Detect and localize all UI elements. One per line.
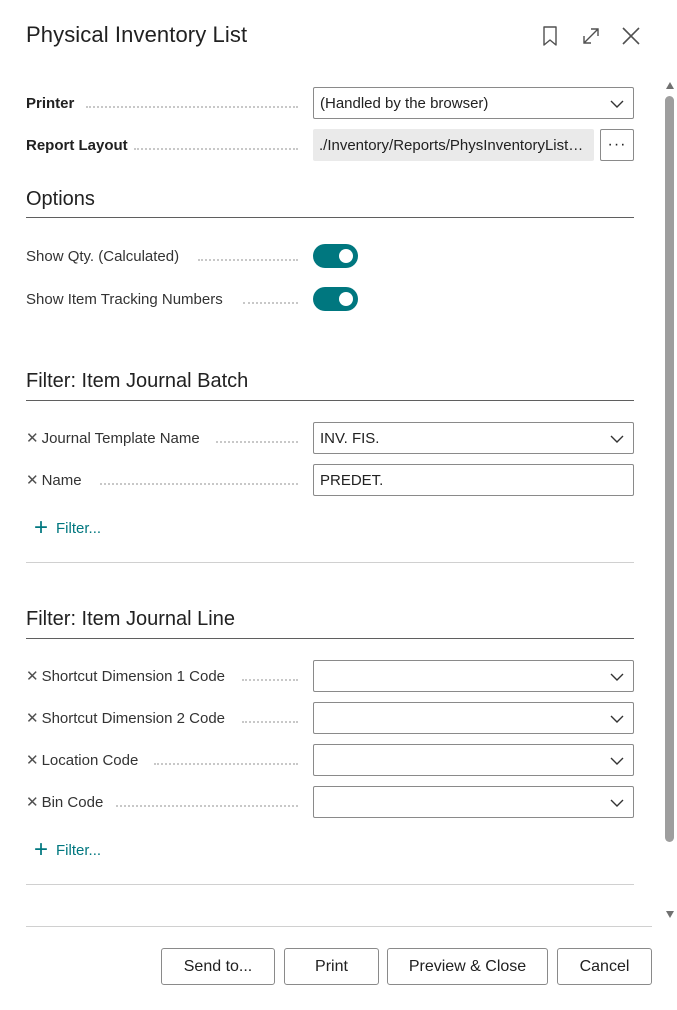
journal-template-row: ✕ Journal Template Name INV. FIS. — [26, 422, 634, 454]
leader-dots — [100, 483, 298, 485]
leader-dots — [242, 679, 298, 681]
batch-name-value: PREDET. — [320, 471, 384, 489]
plus-icon: + — [34, 836, 49, 863]
plus-icon: + — [34, 514, 49, 541]
add-filter-label: Filter... — [56, 519, 102, 537]
shortcut-dim1-select[interactable] — [313, 660, 634, 692]
section-divider — [26, 562, 634, 563]
show-tracking-toggle[interactable] — [313, 287, 358, 311]
scroll-up-arrow-icon[interactable] — [666, 82, 674, 89]
printer-label: Printer — [26, 94, 75, 112]
printer-row: Printer (Handled by the browser) — [26, 87, 634, 119]
report-layout-value: ./Inventory/Reports/PhysInventoryList.rd… — [319, 136, 587, 154]
bin-code-select[interactable] — [313, 786, 634, 818]
journal-template-label-text: Journal Template Name — [41, 429, 200, 447]
shortcut-dim1-row: ✕ Shortcut Dimension 1 Code — [26, 660, 634, 692]
remove-filter-icon[interactable]: ✕ — [26, 429, 39, 447]
batch-name-label-text: Name — [41, 471, 82, 489]
remove-filter-icon[interactable]: ✕ — [26, 793, 39, 811]
shortcut-dim1-label[interactable]: ✕ Shortcut Dimension 1 Code — [26, 660, 225, 692]
bin-code-label-text: Bin Code — [41, 793, 104, 811]
section-divider — [26, 217, 634, 218]
show-qty-toggle[interactable] — [313, 244, 358, 268]
filter-line-section-title: Filter: Item Journal Line — [26, 608, 235, 630]
chevron-down-icon — [610, 715, 624, 723]
journal-template-label[interactable]: ✕ Journal Template Name — [26, 422, 200, 454]
bin-code-row: ✕ Bin Code — [26, 786, 634, 818]
remove-filter-icon[interactable]: ✕ — [26, 751, 39, 769]
shortcut-dim2-label[interactable]: ✕ Shortcut Dimension 2 Code — [26, 702, 225, 734]
section-divider — [26, 400, 634, 401]
footer-divider — [26, 926, 652, 927]
add-batch-filter-link[interactable]: + Filter... — [34, 515, 101, 541]
section-divider — [26, 638, 634, 639]
printer-value: (Handled by the browser) — [320, 94, 489, 112]
bin-code-label[interactable]: ✕ Bin Code — [26, 786, 103, 818]
leader-dots — [154, 763, 298, 765]
report-layout-label: Report Layout — [26, 136, 128, 154]
show-tracking-label: Show Item Tracking Numbers — [26, 290, 223, 308]
location-code-label-text: Location Code — [41, 751, 139, 769]
location-code-row: ✕ Location Code — [26, 744, 634, 776]
bookmark-icon[interactable] — [536, 22, 564, 50]
location-code-select[interactable] — [313, 744, 634, 776]
shortcut-dim2-select[interactable] — [313, 702, 634, 734]
report-request-dialog: Physical Inventory List Printer (Handled… — [0, 0, 677, 1010]
chevron-down-icon — [610, 673, 624, 681]
show-tracking-row: Show Item Tracking Numbers — [26, 283, 634, 315]
send-to-button[interactable]: Send to... — [161, 948, 275, 985]
shortcut-dim1-label-text: Shortcut Dimension 1 Code — [41, 667, 226, 685]
scrollbar-thumb[interactable] — [665, 96, 674, 842]
section-divider — [26, 884, 634, 885]
batch-name-label[interactable]: ✕ Name — [26, 464, 82, 496]
journal-template-value: INV. FIS. — [320, 429, 380, 447]
leader-dots — [242, 721, 298, 723]
scroll-down-arrow-icon[interactable] — [666, 911, 674, 918]
preview-close-button[interactable]: Preview & Close — [387, 948, 548, 985]
add-line-filter-link[interactable]: + Filter... — [34, 837, 101, 863]
printer-select[interactable]: (Handled by the browser) — [313, 87, 634, 119]
page-title: Physical Inventory List — [26, 22, 248, 47]
show-qty-row: Show Qty. (Calculated) — [26, 240, 634, 272]
batch-name-input[interactable]: PREDET. — [313, 464, 634, 496]
remove-filter-icon[interactable]: ✕ — [26, 471, 39, 489]
leader-dots — [198, 259, 298, 261]
shortcut-dim2-row: ✕ Shortcut Dimension 2 Code — [26, 702, 634, 734]
journal-template-select[interactable]: INV. FIS. — [313, 422, 634, 454]
close-icon[interactable] — [617, 22, 645, 50]
location-code-label[interactable]: ✕ Location Code — [26, 744, 138, 776]
leader-dots — [116, 805, 298, 807]
print-button[interactable]: Print — [284, 948, 379, 985]
chevron-down-icon — [610, 435, 624, 443]
show-qty-label: Show Qty. (Calculated) — [26, 247, 180, 265]
chevron-down-icon — [610, 100, 624, 108]
leader-dots — [216, 441, 298, 443]
chevron-down-icon — [610, 757, 624, 765]
options-section-title: Options — [26, 188, 95, 210]
report-layout-more-button[interactable]: ··· — [600, 129, 634, 161]
shortcut-dim2-label-text: Shortcut Dimension 2 Code — [41, 709, 226, 727]
chevron-down-icon — [610, 799, 624, 807]
report-layout-row: Report Layout ./Inventory/Reports/PhysIn… — [26, 129, 634, 161]
leader-dots — [243, 302, 298, 304]
cancel-button[interactable]: Cancel — [557, 948, 652, 985]
report-layout-field[interactable]: ./Inventory/Reports/PhysInventoryList.rd… — [313, 129, 594, 161]
leader-dots — [134, 148, 298, 150]
filter-batch-section-title: Filter: Item Journal Batch — [26, 370, 249, 392]
remove-filter-icon[interactable]: ✕ — [26, 709, 39, 727]
add-filter-label: Filter... — [56, 841, 102, 859]
expand-icon[interactable] — [577, 22, 605, 50]
leader-dots — [86, 106, 298, 108]
batch-name-row: ✕ Name PREDET. — [26, 464, 634, 496]
remove-filter-icon[interactable]: ✕ — [26, 667, 39, 685]
